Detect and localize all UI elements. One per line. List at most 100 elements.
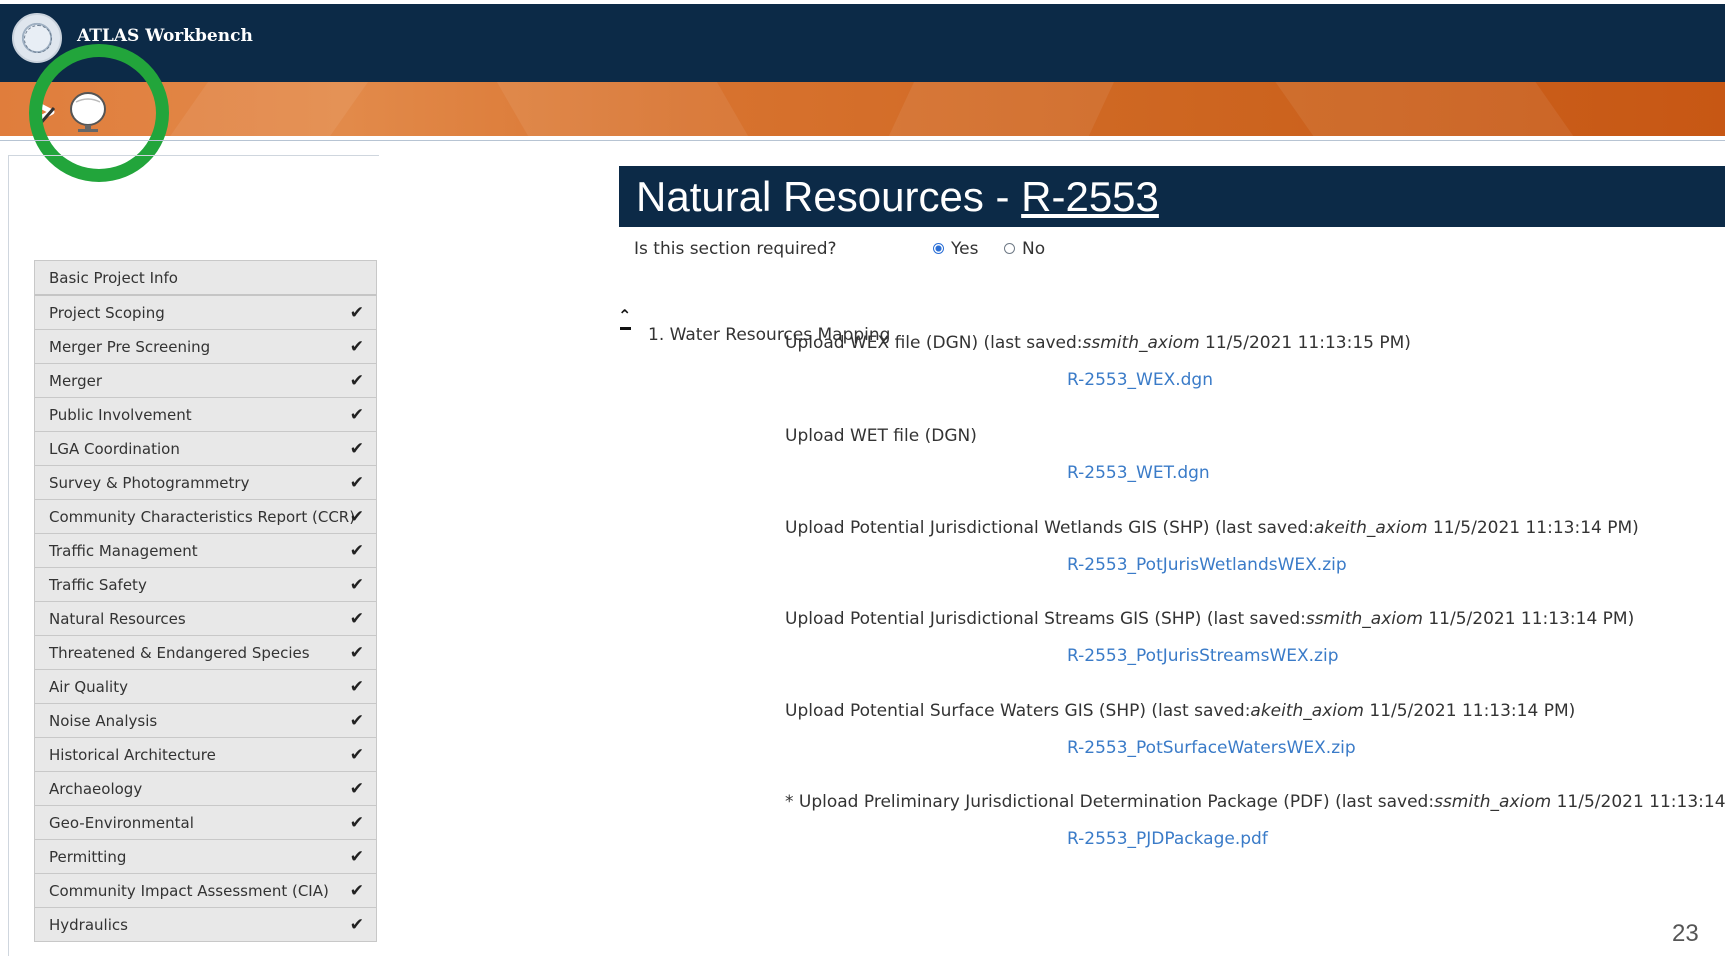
checkmark-chevron-icon[interactable] [30,94,58,130]
sidebar-item-label: Natural Resources [49,610,186,628]
upload-label: Upload Potential Surface Waters GIS (SHP… [785,701,1575,721]
sidebar-item[interactable]: Traffic Management ✔ [34,534,377,568]
sidebar-item[interactable]: Air Quality ✔ [34,670,377,704]
file-link[interactable]: R-2553_PJDPackage.pdf [1067,829,1268,849]
app-title: ATLAS Workbench [77,26,253,46]
sidebar-item[interactable]: Survey & Photogrammetry ✔ [34,466,377,500]
collapse-icon[interactable]: ⌃ [618,306,631,325]
sidebar-item-label: LGA Coordination [49,440,180,458]
sidebar-item-label: Public Involvement [49,406,192,424]
page-title: Natural Resources - R-2553 [619,166,1725,227]
sidebar-item[interactable]: Community Impact Assessment (CIA) ✔ [34,874,377,908]
upload-label-text: Upload Potential Jurisdictional Wetlands… [785,518,1314,538]
sidebar-item-label: Community Impact Assessment (CIA) [49,882,329,900]
sidebar-item[interactable]: Traffic Safety ✔ [34,568,377,602]
sidebar-item[interactable]: Hydraulics ✔ [34,908,377,942]
upload-label: Upload WET file (DGN) [785,426,977,446]
sidebar-item-label: Air Quality [49,678,128,696]
file-link[interactable]: R-2553_PotJurisWetlandsWEX.zip [1067,555,1347,575]
sidebar-item-label: Permitting [49,848,127,866]
checkmark-icon: ✔ [349,813,364,833]
radio-yes[interactable]: Yes [933,239,978,259]
file-link[interactable]: R-2553_PotSurfaceWatersWEX.zip [1067,738,1356,758]
upload-user: ssmith_axiom [1305,609,1423,629]
project-link[interactable]: R-2553 [1021,173,1159,220]
radio-no-label: No [1022,239,1046,259]
sidebar-item[interactable]: Natural Resources ✔ [34,602,377,636]
checkmark-icon: ✔ [349,881,364,901]
upload-label: Upload Potential Jurisdictional Wetlands… [785,518,1639,538]
file-link[interactable]: R-2553_PotJurisStreamsWEX.zip [1067,646,1339,666]
sidebar-item[interactable]: Basic Project Info [34,260,377,296]
checkmark-icon: ✔ [349,643,364,663]
checkmark-icon: ✔ [349,915,364,935]
sidebar-item-label: Survey & Photogrammetry [49,474,250,492]
radio-yes-dot[interactable] [933,242,944,254]
sidebar-item[interactable]: Project Scoping ✔ [34,296,377,330]
toolbar-icons [26,88,116,132]
sidebar-item[interactable]: Permitting ✔ [34,840,377,874]
sidebar-item-label: Basic Project Info [49,269,178,287]
upload-label-text: * Upload Preliminary Jurisdictional Dete… [785,792,1435,812]
sidebar-item[interactable]: Merger Pre Screening ✔ [34,330,377,364]
upload-user: akeith_axiom [1313,518,1428,538]
upload-label: Upload Potential Jurisdictional Streams … [785,609,1634,629]
upload-timestamp: 11/5/2021 11:13:15 PM) [1199,333,1411,353]
sidebar-item-label: Noise Analysis [49,712,158,730]
sidebar-item-label: Traffic Management [49,542,198,560]
sidebar-item-label: Merger [49,372,102,390]
page-number: 23 [1672,920,1699,947]
checkmark-icon: ✔ [349,473,364,493]
sidebar-item-label: Traffic Safety [49,576,147,594]
sidebar-item[interactable]: Historical Architecture ✔ [34,738,377,772]
page-title-text: Natural Resources - [636,173,1022,220]
checkmark-icon: ✔ [349,575,364,595]
upload-label: Upload WEX file (DGN) (last saved:ssmith… [785,333,1411,353]
sidebar-item-label: Threatened & Endangered Species [49,644,310,662]
sidebar-item-label: Archaeology [49,780,143,798]
checkmark-icon: ✔ [349,405,364,425]
checkmark-icon: ✔ [349,711,364,731]
upload-label-text: Upload WEX file (DGN) (last saved: [785,333,1083,353]
sidebar-item[interactable]: Geo-Environmental ✔ [34,806,377,840]
file-link[interactable]: R-2553_WET.dgn [1067,463,1210,483]
checkmark-icon: ✔ [349,847,364,867]
upload-user: ssmith_axiom [1434,792,1552,812]
sidebar-item[interactable]: Merger ✔ [34,364,377,398]
sidebar-item-label: Merger Pre Screening [49,338,211,356]
upload-label: * Upload Preliminary Jurisdictional Dete… [785,792,1725,812]
checkmark-icon: ✔ [349,541,364,561]
sidebar-item-label: Hydraulics [49,916,128,934]
upload-label-text: Upload Potential Surface Waters GIS (SHP… [785,701,1251,721]
globe-icon[interactable] [66,90,110,134]
minus-icon[interactable] [620,327,631,330]
checkmark-icon: ✔ [349,677,364,697]
upload-label-text: Upload WET file (DGN) [785,426,977,446]
sidebar-nav: Basic Project Info Project Scoping ✔ Merger… [34,260,377,942]
sidebar-item[interactable]: Noise Analysis ✔ [34,704,377,738]
sidebar-item-label: Community Characteristics Report (CCR) [49,508,356,526]
checkmark-icon: ✔ [349,609,364,629]
upload-user: ssmith_axiom [1082,333,1200,353]
radio-no[interactable]: No [1004,239,1045,259]
toolbar-banner [0,82,1725,136]
checkmark-icon: ✔ [349,337,364,357]
file-link[interactable]: R-2553_WEX.dgn [1067,370,1213,390]
sidebar-item[interactable]: Community Characteristics Report (CCR) ✔ [34,500,377,534]
upload-timestamp: 11/5/2021 11:13:14 PM) [1427,518,1639,538]
upload-label-text: Upload Potential Jurisdictional Streams … [785,609,1306,629]
sidebar-item[interactable]: LGA Coordination ✔ [34,432,377,466]
required-question: Is this section required? [634,239,837,259]
checkmark-icon: ✔ [349,779,364,799]
checkmark-icon: ✔ [349,303,364,323]
radio-no-dot[interactable] [1004,242,1015,254]
upload-timestamp: 11/5/2021 11:13:14 PM) [1363,701,1576,721]
sidebar-item[interactable]: Public Involvement ✔ [34,398,377,432]
sidebar-item[interactable]: Threatened & Endangered Species ✔ [34,636,377,670]
sidebar-item-label: Geo-Environmental [49,814,194,832]
sidebar-item[interactable]: Archaeology ✔ [34,772,377,806]
radio-yes-label: Yes [951,239,979,259]
state-seal-icon [12,13,62,63]
upload-timestamp: 11/5/2021 11:13:14 PM) [1556,792,1725,812]
checkmark-icon: ✔ [349,371,364,391]
